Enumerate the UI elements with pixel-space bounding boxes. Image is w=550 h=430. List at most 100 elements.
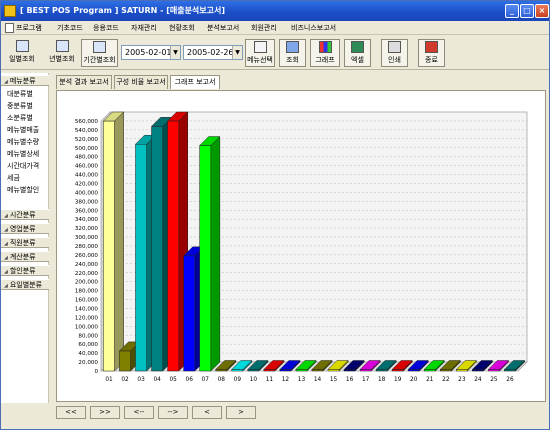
y-tick-label: 460,000 [75, 164, 99, 170]
daily-search-button[interactable]: 일별조회 [5, 39, 39, 67]
x-tick-label: 07 [202, 377, 210, 383]
sidebar-item-menu-discount[interactable]: 메뉴별할인 [7, 185, 39, 195]
x-tick-label: 01 [105, 377, 113, 383]
x-tick-label: 15 [330, 377, 338, 383]
y-tick-label: 40,000 [78, 351, 98, 357]
yearly-search-button[interactable]: 년별조회 [45, 39, 79, 67]
date-from-field[interactable]: 2005-02-01 ▼ [121, 45, 181, 60]
x-tick-label: 11 [266, 377, 274, 383]
x-tick-label: 25 [490, 377, 498, 383]
list-icon [253, 41, 267, 53]
y-tick-label: 260,000 [75, 253, 99, 259]
expand-icon: ◢ [4, 227, 8, 233]
x-tick-label: 08 [218, 377, 226, 383]
exit-icon [425, 41, 438, 53]
prev-page-button[interactable]: < [192, 406, 222, 419]
x-tick-label: 26 [506, 377, 514, 383]
bar-05 [167, 120, 180, 372]
dropdown-arrow-icon[interactable]: ▼ [170, 46, 180, 59]
y-tick-label: 440,000 [75, 173, 99, 179]
period-search-button[interactable]: 기간별조회 [81, 39, 118, 67]
date-from-value: 2005-02-01 [125, 48, 172, 57]
bar-01 [103, 120, 115, 372]
print-button[interactable]: 인쇄 [381, 39, 408, 67]
dropdown-arrow-icon[interactable]: ▼ [232, 46, 242, 59]
excel-button[interactable]: 엑셀 [344, 39, 371, 67]
sidebar-item-category-mid[interactable]: 중분류별 [7, 101, 33, 111]
bar-side-01 [114, 111, 124, 372]
menu-analysis-report[interactable]: 분석보고서 [207, 23, 239, 33]
menu-members[interactable]: 회원관리 [251, 23, 277, 33]
daily-search-label: 일별조회 [9, 55, 35, 63]
y-tick-label: 220,000 [75, 271, 99, 277]
last-page-button[interactable]: >> [90, 406, 120, 419]
sidebar-item-time-price[interactable]: 시간대가격 [7, 161, 39, 171]
close-button[interactable]: × [535, 4, 549, 18]
sidebar-group-business[interactable]: ◢ 영업분류 [1, 223, 49, 234]
tab-ratio-report[interactable]: 구성 비율 보고서 [114, 75, 168, 89]
x-tick-label: 24 [474, 377, 482, 383]
first-page-button[interactable]: << [56, 406, 86, 419]
sidebar-group-staff[interactable]: ◢ 직원분류 [1, 237, 49, 248]
search-icon [286, 41, 299, 53]
sidebar-item-menu-quantity[interactable]: 메뉴별수량 [7, 137, 39, 147]
excel-label: 엑셀 [351, 56, 364, 64]
exit-button[interactable]: 종료 [418, 39, 445, 67]
sidebar-item-menu-sales[interactable]: 메뉴별매출 [7, 125, 39, 135]
scroll-left-button[interactable]: <-- [124, 406, 154, 419]
bar-chart-icon [318, 41, 332, 53]
menu-select-button[interactable]: 메뉴선택 [245, 39, 275, 67]
date-to-value: 2005-02-26 [187, 48, 234, 57]
sidebar-item-category-small[interactable]: 소분류별 [7, 113, 33, 123]
x-tick-label: 17 [362, 377, 370, 383]
y-tick-label: 160,000 [75, 298, 99, 304]
y-tick-label: 560,000 [75, 119, 99, 125]
bar-02 [119, 350, 131, 372]
x-tick-label: 12 [282, 377, 290, 383]
y-tick-label: 420,000 [75, 182, 99, 188]
expand-icon: ◢ [4, 213, 8, 219]
y-tick-label: 540,000 [75, 128, 99, 134]
expand-icon: ◢ [4, 241, 8, 247]
menu-select-label: 메뉴선택 [247, 56, 273, 64]
scroll-right-button[interactable]: --> [158, 406, 188, 419]
menu-materials[interactable]: 자재관리 [131, 23, 157, 33]
y-tick-label: 480,000 [75, 155, 99, 161]
next-page-button[interactable]: > [226, 406, 256, 419]
y-tick-label: 520,000 [75, 137, 99, 143]
yearly-search-label: 년별조회 [49, 55, 75, 63]
menu-program[interactable]: 프로그램 [16, 23, 42, 33]
x-tick-label: 04 [153, 377, 161, 383]
title-bar[interactable]: [ BEST POS Program ] SATURN - [매출분석보고서] … [1, 1, 549, 21]
x-tick-label: 10 [250, 377, 258, 383]
sidebar: ◢ 메뉴분류 대분류별 중분류별 소분류별 메뉴별매출 메뉴별수량 메뉴별상세 시… [1, 73, 49, 403]
sidebar-group-weekday[interactable]: ◢ 요일별분류 [1, 279, 49, 290]
menu-app-code[interactable]: 응용코드 [93, 23, 119, 33]
x-tick-label: 21 [426, 377, 434, 383]
search-button[interactable]: 조회 [279, 39, 306, 67]
graph-button[interactable]: 그래프 [310, 39, 340, 67]
document-icon [5, 23, 14, 33]
sidebar-item-tax[interactable]: 세금 [7, 173, 20, 183]
x-tick-label: 06 [186, 377, 194, 383]
sidebar-group-time[interactable]: ◢ 시간분류 [1, 209, 49, 220]
sidebar-item-menu-detail[interactable]: 메뉴별상세 [7, 149, 39, 159]
menu-status[interactable]: 현황조회 [169, 23, 195, 33]
menu-base-code[interactable]: 기초코드 [57, 23, 83, 33]
maximize-button[interactable]: □ [520, 4, 534, 18]
chart-panel: 0 20,000 40,000 60,000 80,000 100,000 120,000 1… [56, 90, 546, 402]
tab-graph-report[interactable]: 그래프 보고서 [170, 75, 220, 89]
sidebar-group-menu[interactable]: ◢ 메뉴분류 [1, 75, 49, 86]
date-to-field[interactable]: 2005-02-26 ▼ [183, 45, 243, 60]
sidebar-group-discount[interactable]: ◢ 할인분류 [1, 265, 49, 276]
minimize-button[interactable]: _ [505, 4, 519, 18]
y-tick-label: 240,000 [75, 262, 99, 268]
x-tick-label: 03 [137, 377, 145, 383]
tab-analysis-report[interactable]: 분석 결과 보고서 [56, 75, 112, 89]
sidebar-item-category-large[interactable]: 대분류별 [7, 89, 33, 99]
sidebar-group-payment[interactable]: ◢ 계산분류 [1, 251, 49, 262]
x-tick-label: 18 [378, 377, 386, 383]
menu-business-report[interactable]: 비즈니스보고서 [291, 23, 336, 33]
y-tick-label: 80,000 [78, 333, 98, 339]
app-window: [ BEST POS Program ] SATURN - [매출분석보고서] … [0, 0, 550, 430]
